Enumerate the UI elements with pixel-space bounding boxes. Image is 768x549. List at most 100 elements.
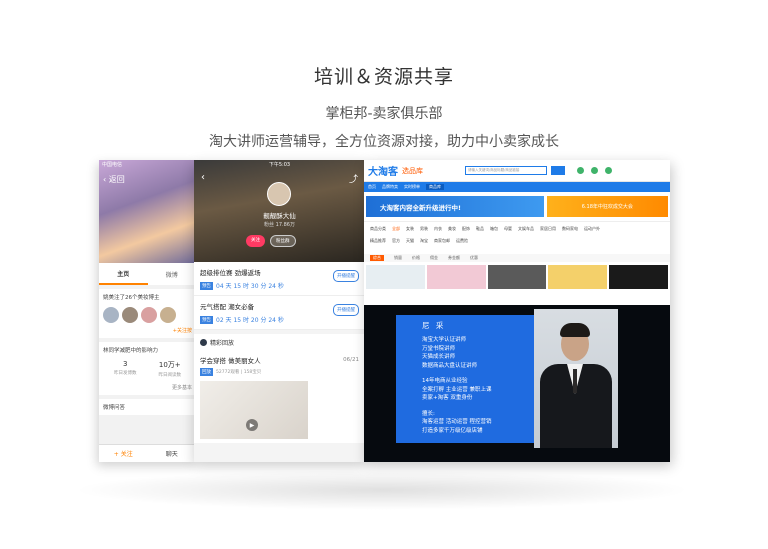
category-filter-item[interactable]: 文娱车品 [518, 226, 534, 232]
nav-item-active[interactable]: 商品库 [426, 184, 444, 190]
preview-countdown: 预告 04 天 15 时 30 分 24 秒 [200, 281, 359, 290]
chat-button[interactable]: 聊天 [148, 445, 197, 462]
page: 培训＆资源共享 掌柜邦-卖家俱乐部 淘大讲师运营辅导，全方位资源对接，助力中小卖… [0, 0, 768, 549]
back-icon[interactable]: ‹ [201, 172, 205, 183]
sort-option[interactable]: 销量 [394, 255, 402, 261]
stats-more-link[interactable]: 更多基本 [103, 384, 192, 391]
credential-line: 淘宝大学认证讲师 [422, 337, 467, 343]
replay-tag: 回放 [200, 368, 213, 376]
sort-bar: 综合 销量 价格 佣金 券金额 优惠 [364, 254, 670, 262]
category-filter-item[interactable]: 全部 [392, 226, 400, 232]
streamer-avatar[interactable] [267, 182, 291, 206]
experience-line: 全案打孵 主业运营 兼职上课 [422, 386, 492, 393]
stat-label: 昨日发博数 [114, 371, 137, 376]
tab-home[interactable]: 主页 [99, 263, 148, 285]
streamer-fans: 粉丝 17.86万 [264, 222, 295, 228]
profile-cover: 中国电信 ‹ 返回 [99, 160, 196, 263]
fanclub-button[interactable]: 粉丝群 [270, 235, 296, 247]
category-filter-item[interactable]: 箱包 [490, 226, 498, 232]
remind-button[interactable]: 开播提醒 [333, 270, 359, 282]
influence-title: 林同学减肥中的影响力 [103, 348, 159, 354]
remind-button[interactable]: 开播提醒 [333, 304, 359, 316]
category-filter-row: 商品分类 全部 女装 男装 内衣 美妆 配饰 鞋品 箱包 母婴 文娱车品 家居日用 数码家电 运动户外 [370, 226, 664, 232]
category-filter-item[interactable]: 数码家电 [562, 226, 578, 232]
category-filter-item[interactable]: 男装 [420, 226, 428, 232]
specialty-line: 淘客运营 活动运营 程控营销 [422, 419, 492, 425]
category-filter-item[interactable]: 家居日用 [540, 226, 556, 232]
replay-date: 06/21 [343, 357, 359, 363]
preview-item[interactable]: 超级排位赛 劲爆返场 预告 04 天 15 时 30 分 24 秒 开播提醒 [194, 262, 365, 296]
preview-countdown: 预告 02 天 15 时 20 分 24 秒 [200, 315, 359, 324]
tag-filter-item[interactable]: 天猫 [406, 238, 414, 244]
search-button[interactable] [551, 166, 565, 175]
product-thumbnail[interactable] [426, 265, 486, 289]
header-icon[interactable] [591, 167, 598, 174]
follow-button[interactable]: + 关注 [99, 445, 148, 462]
follow-card: 姚美注了26个美妆博主 +关注按 [99, 289, 196, 338]
product-thumbnail[interactable] [366, 265, 425, 289]
follow-more-link[interactable]: +关注按 [103, 327, 192, 334]
hero-subtitle: 掌柜邦-卖家俱乐部 [325, 106, 443, 122]
streamer-header: 下午5:03 ‹ ⤴ 靓靓酥大仙 粉丝 17.86万 关注 粉丝群 [194, 160, 365, 262]
avatar[interactable] [141, 307, 157, 323]
back-button[interactable]: ‹ 返回 [103, 174, 125, 185]
qa-card: 微博问答 [99, 399, 196, 415]
tab-weibo[interactable]: 微博 [148, 263, 197, 285]
product-thumbnail[interactable] [487, 265, 547, 289]
sort-option[interactable]: 优惠 [470, 255, 478, 261]
category-filter-item[interactable]: 母婴 [504, 226, 512, 232]
avatar[interactable] [103, 307, 119, 323]
replay-thumbnail[interactable]: ▶ [200, 381, 308, 439]
nav-item[interactable]: 实时榜单 [404, 184, 420, 190]
main-nav: 首页 品牌特卖 实时榜单 商品库 [364, 182, 670, 192]
site-logo-sub: 选品库 [402, 166, 423, 175]
banner-row: 大淘客内容全新升级进行中! 6.18年中狂欢成交大会 [364, 192, 670, 221]
search-input[interactable]: 请输入关键词/商品标题/商品链接 [465, 166, 547, 175]
site-logo[interactable]: 大淘客 [368, 163, 398, 178]
header-icons [577, 167, 612, 174]
preview-item[interactable]: 元气搭配 潮女必备 预告 02 天 15 时 20 分 24 秒 开播提醒 [194, 296, 365, 330]
product-thumbnail[interactable] [548, 265, 608, 289]
banner-upgrade[interactable]: 大淘客内容全新升级进行中! [366, 196, 544, 217]
nav-item[interactable]: 品牌特卖 [382, 184, 398, 190]
replay-section-title: 精彩回放 [210, 340, 235, 347]
avatar[interactable] [160, 307, 176, 323]
banner-618[interactable]: 6.18年中狂欢成交大会 [546, 196, 668, 217]
hero-title: 培训＆资源共享 [313, 66, 454, 88]
tag-filter-item[interactable]: 官方 [392, 238, 400, 244]
tag-filter-item[interactable]: 精品推荐 [370, 238, 386, 244]
credential-line: 万堂书院讲师 [422, 345, 456, 352]
sort-option[interactable]: 价格 [412, 255, 420, 261]
header-icon[interactable] [605, 167, 612, 174]
category-filter-item[interactable]: 商品分类 [370, 226, 386, 232]
sort-option[interactable]: 佣金 [430, 255, 438, 261]
category-filter-item[interactable]: 美妆 [448, 226, 456, 232]
category-filter-item[interactable]: 内衣 [434, 226, 442, 232]
credential-line: 天猫成长讲师 [422, 354, 456, 360]
stat-posts: 3 昨日发博数 [103, 360, 148, 378]
play-icon[interactable]: ▶ [246, 419, 258, 431]
category-filter-item[interactable]: 配饰 [462, 226, 470, 232]
share-icon[interactable]: ⤴ [349, 172, 358, 185]
nav-item[interactable]: 首页 [368, 184, 376, 190]
tag-filter-item[interactable]: 淘宝 [420, 238, 428, 244]
replay-item[interactable]: 学会穿搭 做美丽女人 回放 52772观看 | 158宝贝 06/21 ▶ [194, 351, 365, 443]
sort-option[interactable]: 券金额 [448, 255, 460, 261]
site-header: 大淘客 选品库 请输入关键词/商品标题/商品链接 [364, 160, 670, 182]
header-icon[interactable] [577, 167, 584, 174]
category-filter-item[interactable]: 鞋品 [476, 226, 484, 232]
credential-line: 数据商品大盘认证讲师 [422, 362, 478, 369]
avatar[interactable] [122, 307, 138, 323]
category-filter-item[interactable]: 运动户外 [584, 226, 600, 232]
product-thumbnail[interactable] [609, 265, 668, 289]
status-time: 下午5:03 [268, 162, 291, 168]
tag-filter-row: 精品推荐 官方 天猫 淘宝 商家包邮 运费险 [370, 238, 664, 244]
sort-option[interactable]: 综合 [370, 255, 384, 261]
tag-filter-item[interactable]: 运费险 [456, 238, 468, 244]
lecturer-info-panel: 尼 采 淘宝大学认证讲师 万堂书院讲师 天猫成长讲师 数据商品大盘认证讲师 14… [396, 315, 534, 443]
category-filter-item[interactable]: 女装 [406, 226, 414, 232]
drop-shadow [72, 470, 692, 510]
follow-button[interactable]: 关注 [246, 235, 265, 247]
tag-filter-item[interactable]: 商家包邮 [434, 238, 450, 244]
replay-section-header: 精彩回放 [194, 334, 365, 351]
